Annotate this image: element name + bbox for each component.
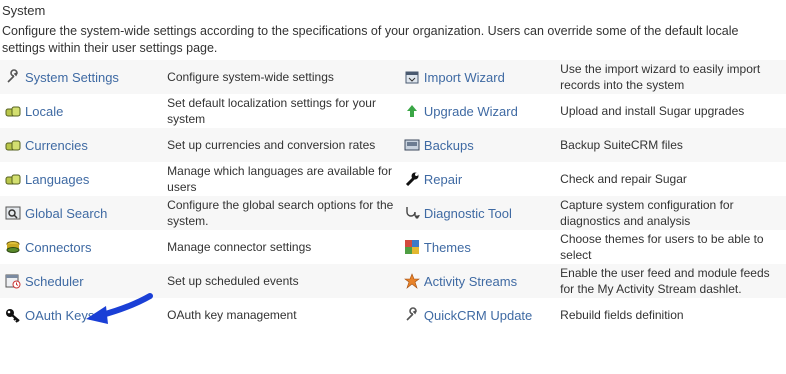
global-search-link[interactable]: Global Search (25, 206, 107, 221)
settings-description: OAuth key management (159, 298, 399, 332)
settings-cell: Diagnostic Tool (398, 196, 553, 230)
settings-cell: Themes (398, 230, 553, 264)
currency-icon (4, 136, 22, 154)
settings-description: Check and repair Sugar (552, 162, 786, 196)
languages-link[interactable]: Languages (25, 172, 89, 187)
settings-row: Connectors Manage connector settings The… (0, 230, 786, 264)
import-icon (403, 68, 421, 86)
settings-description: Backup SuiteCRM files (552, 128, 786, 162)
import-wizard-link[interactable]: Import Wizard (424, 70, 505, 85)
upgrade-arrow-icon (403, 102, 421, 120)
scheduler-icon (4, 272, 22, 290)
language-icon (4, 170, 22, 188)
connector-icon (4, 238, 22, 256)
key-icon (4, 306, 22, 324)
wrench-icon (4, 68, 22, 86)
activity-streams-link[interactable]: Activity Streams (424, 274, 517, 289)
settings-description: Use the import wizard to easily import r… (552, 60, 786, 94)
settings-cell: Connectors (0, 230, 160, 264)
settings-cell: Activity Streams (398, 264, 553, 298)
currencies-link[interactable]: Currencies (25, 138, 88, 153)
upgrade-wizard-link[interactable]: Upgrade Wizard (424, 104, 518, 119)
settings-cell: Upgrade Wizard (398, 94, 553, 128)
scheduler-link[interactable]: Scheduler (25, 274, 84, 289)
locale-link[interactable]: Locale (25, 104, 63, 119)
settings-cell: Repair (398, 162, 553, 196)
backups-link[interactable]: Backups (424, 138, 474, 153)
settings-cell: QuickCRM Update (398, 298, 553, 332)
diagnostic-tool-link[interactable]: Diagnostic Tool (424, 206, 512, 221)
settings-description: Configure system-wide settings (159, 60, 399, 94)
quickcrm-update-link[interactable]: QuickCRM Update (424, 308, 532, 323)
settings-description: Manage which languages are available for… (159, 162, 399, 196)
settings-description: Capture system configuration for diagnos… (552, 196, 786, 230)
backup-icon (403, 136, 421, 154)
settings-description: Upload and install Sugar upgrades (552, 94, 786, 128)
repair-link[interactable]: Repair (424, 172, 462, 187)
settings-cell: Global Search (0, 196, 160, 230)
locale-icon (4, 102, 22, 120)
settings-cell: Import Wizard (398, 60, 553, 94)
settings-description: Choose themes for users to be able to se… (552, 230, 786, 264)
settings-description: Set default localization settings for yo… (159, 94, 399, 128)
activity-stream-icon (403, 272, 421, 290)
themes-link[interactable]: Themes (424, 240, 471, 255)
settings-row: Global Search Configure the global searc… (0, 196, 786, 230)
settings-description: Enable the user feed and module feeds fo… (552, 264, 786, 298)
settings-description: Set up currencies and conversion rates (159, 128, 399, 162)
connectors-link[interactable]: Connectors (25, 240, 91, 255)
settings-row: Locale Set default localization settings… (0, 94, 786, 128)
section-title: System (2, 3, 46, 18)
settings-row: Currencies Set up currencies and convers… (0, 128, 786, 162)
settings-row: Languages Manage which languages are ava… (0, 162, 786, 196)
settings-cell: Backups (398, 128, 553, 162)
settings-description: Configure the global search options for … (159, 196, 399, 230)
settings-description: Manage connector settings (159, 230, 399, 264)
section-description: Configure the system-wide settings accor… (2, 24, 739, 55)
settings-cell: Currencies (0, 128, 160, 162)
settings-row: System Settings Configure system-wide se… (0, 60, 786, 94)
annotation-arrow-icon (86, 293, 153, 324)
settings-cell: Languages (0, 162, 160, 196)
stethoscope-icon (403, 204, 421, 222)
wrench-icon (403, 306, 421, 324)
search-icon (4, 204, 22, 222)
system-settings-link[interactable]: System Settings (25, 70, 119, 85)
settings-cell: System Settings (0, 60, 160, 94)
settings-description: Set up scheduled events (159, 264, 399, 298)
settings-description: Rebuild fields definition (552, 298, 786, 332)
themes-icon (403, 238, 421, 256)
repair-wrench-icon (403, 170, 421, 188)
settings-cell: Locale (0, 94, 160, 128)
